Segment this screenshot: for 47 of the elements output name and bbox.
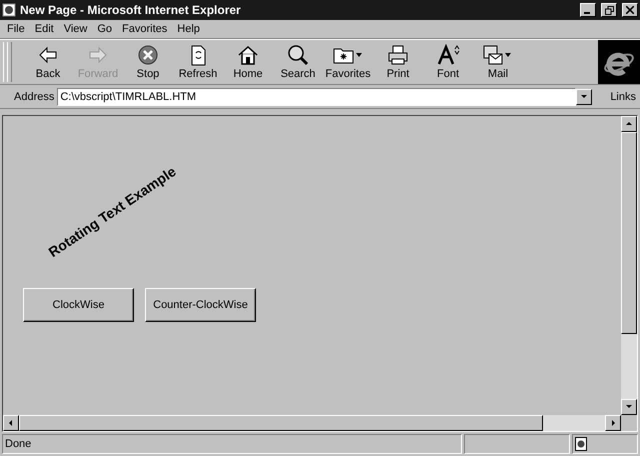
menu-item[interactable]: Favorites bbox=[117, 23, 172, 35]
status-text: Done bbox=[2, 434, 462, 454]
toolbar-button[interactable]: Back bbox=[23, 41, 73, 83]
restore-icon bbox=[604, 6, 614, 14]
dropdown-button[interactable] bbox=[576, 89, 592, 105]
right-arrow-icon bbox=[609, 419, 617, 427]
toolbar-button[interactable]: Mail bbox=[473, 41, 523, 83]
scroll-up-button[interactable] bbox=[621, 116, 637, 132]
down-arrow-icon bbox=[580, 93, 588, 101]
vertical-scrollbar[interactable] bbox=[621, 116, 637, 415]
left-arrow-icon bbox=[7, 419, 15, 427]
restore-button[interactable] bbox=[601, 3, 617, 17]
toolbar-button[interactable]: Home bbox=[223, 41, 273, 83]
menu-item[interactable]: Go bbox=[92, 23, 118, 35]
home-icon bbox=[236, 44, 260, 66]
toolbar-button[interactable]: Favorites bbox=[323, 41, 373, 83]
address-label: Address bbox=[13, 91, 56, 103]
toolbar-button[interactable]: Print bbox=[373, 41, 423, 83]
down-arrow-icon bbox=[625, 403, 633, 411]
zone-icon bbox=[575, 437, 587, 451]
font-size-icon bbox=[436, 44, 460, 66]
toolbar-button[interactable]: Search bbox=[273, 41, 323, 83]
stop-icon bbox=[136, 44, 160, 66]
horizontal-scrollbar[interactable] bbox=[3, 415, 621, 431]
toolbar-button[interactable]: Font bbox=[423, 41, 473, 83]
scroll-right-button[interactable] bbox=[605, 415, 621, 431]
up-arrow-icon bbox=[625, 120, 633, 128]
close-button[interactable] bbox=[622, 3, 638, 17]
toolbar-button[interactable]: Refresh bbox=[173, 41, 223, 83]
menu-item[interactable]: File bbox=[2, 23, 30, 35]
window-title: New Page - Microsoft Internet Explorer bbox=[20, 3, 242, 17]
page-button[interactable]: Counter-ClockWise bbox=[145, 288, 256, 322]
menu-item[interactable]: Help bbox=[172, 23, 205, 35]
page-button[interactable]: ClockWise bbox=[23, 288, 134, 322]
menu-item[interactable]: View bbox=[58, 23, 92, 35]
scroll-left-button[interactable] bbox=[3, 415, 19, 431]
close-icon bbox=[626, 6, 634, 14]
toolbar-button[interactable]: Stop bbox=[123, 41, 173, 83]
search-icon bbox=[286, 44, 310, 66]
minimize-button[interactable] bbox=[580, 3, 596, 17]
printer-icon bbox=[386, 44, 410, 66]
mail-icon bbox=[482, 44, 514, 66]
scroll-down-button[interactable] bbox=[621, 399, 637, 415]
menu-item[interactable]: Edit bbox=[30, 23, 59, 35]
links-button[interactable]: Links bbox=[606, 91, 640, 103]
page-icon bbox=[2, 3, 16, 17]
address-field[interactable]: C:\vbscript\TIMRLABL.HTM bbox=[57, 88, 576, 106]
